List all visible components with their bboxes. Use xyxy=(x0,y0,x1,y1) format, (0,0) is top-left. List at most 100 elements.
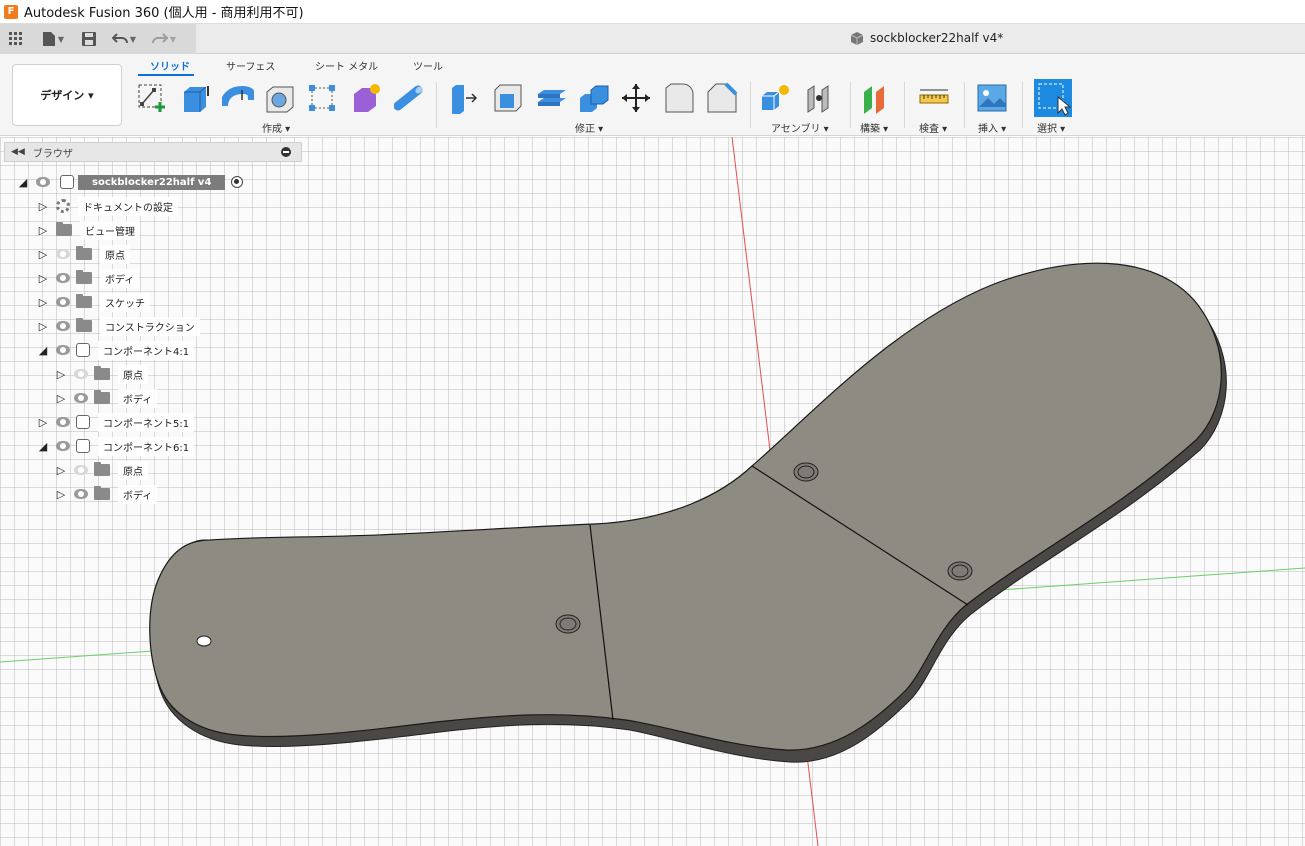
toolbar-separator xyxy=(436,82,437,128)
tab-tools[interactable]: ツール xyxy=(413,58,443,73)
inspect-group-label[interactable]: 検査 ▾ xyxy=(919,120,947,135)
expand-toggle-icon[interactable]: ▷ xyxy=(56,464,66,477)
model-body-face[interactable] xyxy=(149,262,1222,751)
measure-icon[interactable] xyxy=(918,82,950,114)
offset-plane-icon[interactable] xyxy=(860,82,892,114)
browser-minimize-icon[interactable] xyxy=(281,147,291,157)
tree-item-component-4-bodies[interactable]: ▷ ボディ xyxy=(56,388,158,408)
toolbar-separator xyxy=(1022,82,1023,128)
collapse-toggle-icon[interactable]: ◢ xyxy=(38,344,48,357)
tree-item-label: コンストラクション xyxy=(100,316,200,336)
tree-item-view-management[interactable]: ▷ ビュー管理 xyxy=(38,220,140,240)
activate-radio-icon[interactable] xyxy=(231,176,244,188)
tree-item-component-5[interactable]: ▷ コンポーネント5:1 xyxy=(38,412,195,432)
move-copy-icon[interactable] xyxy=(620,82,652,114)
collapse-browser-icon[interactable]: ◀◀ xyxy=(11,147,25,157)
tree-item-construction[interactable]: ▷ コンストラクション xyxy=(38,316,200,336)
visibility-eye-icon[interactable] xyxy=(56,441,70,451)
expand-toggle-icon[interactable]: ▷ xyxy=(38,248,48,261)
hole-icon[interactable] xyxy=(264,82,296,114)
visibility-eye-icon[interactable] xyxy=(56,345,70,355)
hidden-eye-icon[interactable] xyxy=(74,465,88,475)
joint-icon[interactable] xyxy=(804,82,836,114)
tree-item-component-6[interactable]: ◢ コンポーネント6:1 xyxy=(38,436,195,456)
toolbar-separator xyxy=(850,82,851,128)
browser-title: ブラウザ xyxy=(32,148,73,160)
construct-group-label[interactable]: 構築 ▾ xyxy=(860,120,888,135)
expand-toggle-icon[interactable]: ▷ xyxy=(38,200,48,213)
visibility-eye-icon[interactable] xyxy=(74,489,88,499)
insert-group-label[interactable]: 挿入 ▾ xyxy=(978,120,1006,135)
expand-toggle-icon[interactable]: ▷ xyxy=(38,296,48,309)
browser-panel: ◀◀ ブラウザ ◢ sockblocker22half v4 ▷ ドキュメントの… xyxy=(4,142,304,512)
redo-icon[interactable]: ▼ xyxy=(144,24,184,54)
tree-item-document-settings[interactable]: ▷ ドキュメントの設定 xyxy=(38,196,178,216)
tab-solid[interactable]: ソリッド xyxy=(150,58,190,73)
new-component-icon[interactable] xyxy=(760,82,792,114)
create-group-label[interactable]: 作成 ▾ xyxy=(262,120,290,135)
quick-access-tools: ▼ ▼ ▼ xyxy=(0,24,196,54)
tab-surface[interactable]: サーフェス xyxy=(226,58,275,73)
chamfer-icon[interactable] xyxy=(664,82,696,114)
pipe-icon[interactable] xyxy=(394,82,426,114)
fillet-icon[interactable] xyxy=(492,82,524,114)
expand-toggle-icon[interactable]: ▷ xyxy=(38,272,48,285)
expand-toggle-icon[interactable]: ▷ xyxy=(56,488,66,501)
select-group-label[interactable]: 選択 ▾ xyxy=(1037,120,1065,135)
visibility-eye-icon[interactable] xyxy=(56,297,70,307)
collapse-toggle-icon[interactable]: ◢ xyxy=(38,440,48,453)
tree-item-sketches[interactable]: ▷ スケッチ xyxy=(38,292,150,312)
tree-item-component-4[interactable]: ◢ コンポーネント4:1 xyxy=(38,340,195,360)
hole-3[interactable] xyxy=(793,462,819,482)
visibility-eye-icon[interactable] xyxy=(56,273,70,283)
hole-4[interactable] xyxy=(947,561,973,581)
combine-icon[interactable] xyxy=(578,82,610,114)
visibility-eye-icon[interactable] xyxy=(36,177,50,187)
file-menu-button[interactable]: ▼ xyxy=(32,24,74,54)
save-icon[interactable] xyxy=(74,24,104,54)
tree-item-component-4-origin[interactable]: ▷ 原点 xyxy=(56,364,148,384)
tree-item-component-6-bodies[interactable]: ▷ ボディ xyxy=(56,484,158,504)
tree-item-label: 原点 xyxy=(118,460,148,480)
tree-item-label: コンポーネント5:1 xyxy=(98,412,195,432)
visibility-eye-icon[interactable] xyxy=(74,393,88,403)
workspace-switcher-button[interactable]: デザイン ▾ xyxy=(12,64,122,126)
visibility-eye-icon[interactable] xyxy=(56,417,70,427)
expand-toggle-icon[interactable]: ▷ xyxy=(38,416,48,429)
visibility-eye-icon[interactable] xyxy=(56,321,70,331)
form-icon[interactable] xyxy=(350,82,382,114)
extrude-icon[interactable] xyxy=(180,82,212,114)
gear-icon xyxy=(56,199,70,213)
app-grid-icon[interactable] xyxy=(0,24,32,54)
insert-image-icon[interactable] xyxy=(976,82,1008,114)
tree-item-component-6-origin[interactable]: ▷ 原点 xyxy=(56,460,148,480)
expand-toggle-icon[interactable]: ▷ xyxy=(38,320,48,333)
create-sketch-icon[interactable] xyxy=(136,82,168,114)
hidden-eye-icon[interactable] xyxy=(56,249,70,259)
tree-root[interactable]: ◢ sockblocker22half v4 xyxy=(18,172,244,192)
draft-icon[interactable] xyxy=(706,82,738,114)
tree-item-origin[interactable]: ▷ 原点 xyxy=(38,244,130,264)
tab-sheet-metal[interactable]: シート メタル xyxy=(315,58,378,73)
revolve-icon[interactable] xyxy=(222,82,254,114)
document-cube-icon xyxy=(850,32,864,45)
expand-toggle-icon[interactable]: ▷ xyxy=(38,224,48,237)
hole-2[interactable] xyxy=(555,614,581,634)
press-pull-icon[interactable] xyxy=(448,82,480,114)
expand-toggle-icon[interactable]: ◢ xyxy=(18,176,28,189)
folder-icon xyxy=(76,318,92,332)
undo-icon[interactable]: ▼ xyxy=(104,24,144,54)
root-component-label[interactable]: sockblocker22half v4 xyxy=(78,174,226,190)
document-tab[interactable]: sockblocker22half v4* xyxy=(850,31,1003,45)
select-icon[interactable] xyxy=(1034,79,1072,117)
hole-1[interactable] xyxy=(196,635,212,647)
tree-item-bodies[interactable]: ▷ ボディ xyxy=(38,268,140,288)
shell-icon[interactable] xyxy=(536,82,568,114)
expand-toggle-icon[interactable]: ▷ xyxy=(56,392,66,405)
component-icon xyxy=(76,415,90,429)
modify-group-label[interactable]: 修正 ▾ xyxy=(575,120,603,135)
assemble-group-label[interactable]: アセンブリ ▾ xyxy=(771,120,829,135)
hidden-eye-icon[interactable] xyxy=(74,369,88,379)
pattern-icon[interactable] xyxy=(306,82,338,114)
expand-toggle-icon[interactable]: ▷ xyxy=(56,368,66,381)
